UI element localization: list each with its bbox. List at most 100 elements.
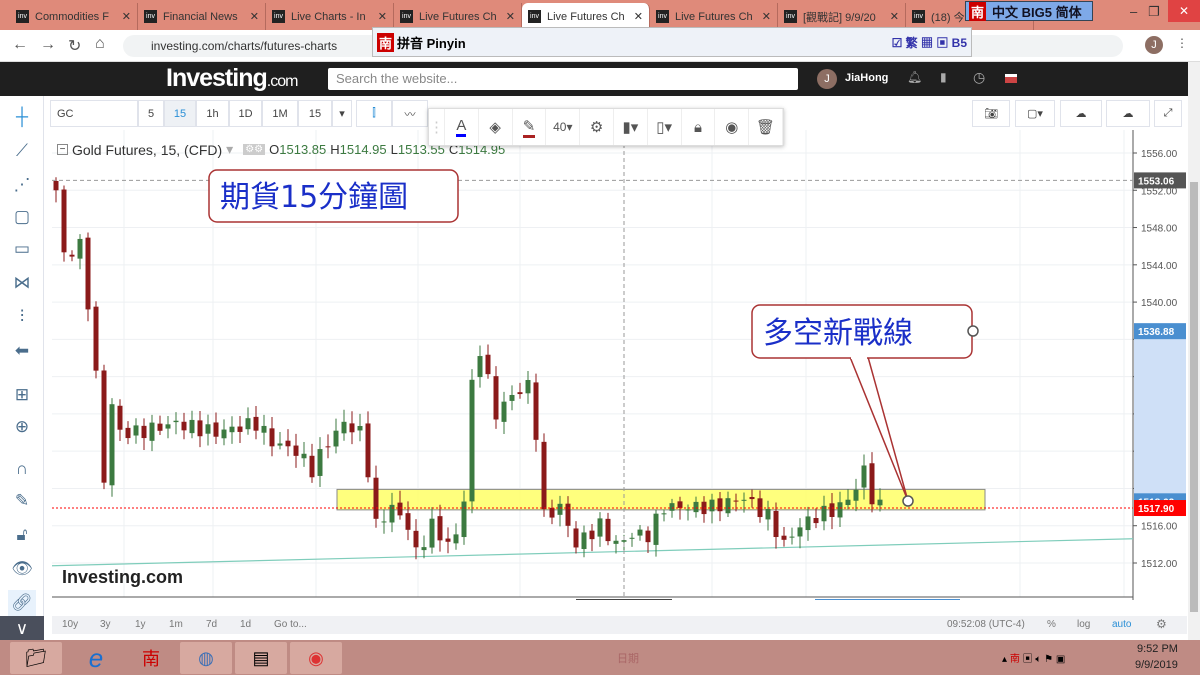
range-1d[interactable]: 1d	[240, 619, 251, 630]
interval-1m[interactable]: 1M	[262, 100, 298, 127]
site-search-input[interactable]: Search the website...	[328, 68, 798, 90]
tab-close-icon[interactable]: ✕	[634, 10, 643, 23]
lock-icon[interactable]: 🔓︎	[8, 522, 36, 548]
browser-tab[interactable]: inv [觀戰記] 9/9/20 ✕	[778, 3, 906, 30]
eye-icon[interactable]: 👁︎	[8, 556, 36, 582]
pattern-tool-icon[interactable]: ⋈	[8, 270, 36, 296]
portfolio-icon[interactable]: ▮	[940, 70, 947, 84]
user-avatar[interactable]: J	[817, 69, 837, 89]
browser-tab[interactable]: inv Live Futures Ch ✕	[394, 3, 522, 30]
flag-icon[interactable]	[1005, 74, 1017, 83]
user-name[interactable]: JiaHong	[845, 72, 888, 84]
text-tool-icon[interactable]: ▭	[8, 236, 36, 262]
tab-close-icon[interactable]: ✕	[250, 10, 259, 23]
candles-icon[interactable]: ⫿	[356, 100, 392, 127]
ime-indicator[interactable]: 南中文 BIG5 简体	[965, 1, 1093, 21]
notepad-icon[interactable]: ▤	[235, 642, 287, 674]
browser-tab[interactable]: inv Live Charts - In ✕	[266, 3, 394, 30]
taskbar-time[interactable]: 9:52 PM	[1137, 643, 1178, 655]
magnet-icon[interactable]: ∩	[8, 456, 36, 482]
zoom-in-icon[interactable]: ⊕	[8, 414, 36, 440]
chrome-icon[interactable]: ◉	[290, 642, 342, 674]
browser-tab[interactable]: inv Commodities F ✕	[10, 3, 138, 30]
interval-5[interactable]: 5	[138, 100, 164, 127]
range-1y[interactable]: 1y	[135, 619, 146, 630]
tab-close-icon[interactable]: ✕	[378, 10, 387, 23]
tab-close-icon[interactable]: ✕	[506, 10, 515, 23]
collapse-legend-icon[interactable]: −	[57, 144, 68, 155]
collapse-icon[interactable]: ∨	[0, 616, 44, 642]
chart-settings-icon[interactable]: ⚙	[1156, 617, 1167, 631]
log-toggle[interactable]: log	[1077, 619, 1090, 630]
chromium-icon[interactable]: ◍	[180, 642, 232, 674]
auto-toggle[interactable]: auto	[1112, 619, 1131, 630]
settings-icon[interactable]: ⚙	[580, 109, 614, 145]
visibility-icon[interactable]: ◉	[715, 109, 750, 145]
fullscreen-icon[interactable]: ⤢	[1154, 100, 1182, 127]
symbol-input[interactable]: GC	[50, 100, 138, 127]
tray-icons[interactable]: ▴ 南 ▣ 🔈︎ ⚑ ▣	[1002, 650, 1065, 665]
browser-tab[interactable]: inv Financial News ✕	[138, 3, 266, 30]
legend-dropdown-icon[interactable]: ▾	[226, 141, 233, 158]
clock-icon[interactable]: ◷	[973, 69, 985, 86]
fill-color-icon[interactable]: ◈	[479, 109, 513, 145]
interval-15[interactable]: 15	[164, 100, 196, 127]
browser-tab[interactable]: inv Live Futures Ch ✕	[650, 3, 778, 30]
area-chart-icon[interactable]: 〰	[392, 100, 428, 127]
bell-icon[interactable]: 🔔︎	[907, 70, 922, 84]
back-arrow-icon[interactable]: ⬅	[8, 338, 36, 364]
font-size-select[interactable]: 40 ▾	[546, 109, 581, 145]
page-scrollbar[interactable]	[1188, 62, 1200, 640]
interval-select[interactable]: 15	[298, 100, 332, 127]
shape-tool-icon[interactable]: ▢	[8, 204, 36, 230]
ime-app-icon[interactable]: 南	[125, 642, 177, 674]
explorer-icon[interactable]: 📁︎	[10, 642, 62, 674]
drag-handle[interactable]: ⋮	[429, 109, 445, 145]
interval-dropdown-icon[interactable]: ▾	[332, 100, 352, 127]
range-3y[interactable]: 3y	[100, 619, 111, 630]
cloud-upload-icon[interactable]: ☁	[1106, 100, 1150, 127]
taskbar-date[interactable]: 9/9/2019	[1135, 659, 1178, 671]
range-1m[interactable]: 1m	[169, 619, 183, 630]
menu-icon[interactable]: ⋮	[1176, 36, 1188, 50]
interval-1h[interactable]: 1h	[196, 100, 229, 127]
back-icon[interactable]: ←	[12, 36, 28, 54]
interval-1d[interactable]: 1D	[229, 100, 262, 127]
tab-close-icon[interactable]: ✕	[122, 10, 131, 23]
link-icon[interactable]: 🔗︎	[8, 590, 36, 616]
lock-drawing-icon[interactable]: ✎	[8, 488, 36, 514]
measure-tool-icon[interactable]: ⊞	[8, 382, 36, 408]
line-color-icon[interactable]: ✎	[513, 109, 547, 145]
trendline-tool-icon[interactable]: ⟋	[8, 138, 36, 164]
pinyin-input-bar[interactable]: 南拼音 Pinyin ☑ 繁 ▦ ▣ B5	[372, 27, 972, 57]
range-7d[interactable]: 7d	[206, 619, 217, 630]
delete-icon[interactable]: 🗑︎	[749, 109, 783, 145]
ime-options-icons[interactable]: ☑ 繁 ▦ ▣ B5	[892, 34, 967, 51]
cloud-download-icon[interactable]: ☁	[1060, 100, 1102, 127]
price-chart[interactable]: 1556.001552.001548.001544.001540.001536.…	[52, 130, 1187, 600]
window-controls[interactable]: – ❐	[1130, 4, 1160, 20]
bring-front-icon[interactable]: ▮▾	[614, 109, 648, 145]
text-color-icon[interactable]: A	[445, 109, 479, 145]
prediction-tool-icon[interactable]: ⫶	[8, 304, 36, 330]
goto-button[interactable]: Go to...	[274, 619, 307, 630]
site-logo[interactable]: Investing.com	[166, 64, 298, 93]
legend-settings-icon[interactable]: ⚙⚙	[243, 144, 266, 155]
tab-close-icon[interactable]: ✕	[762, 10, 771, 23]
crosshair-tool-icon[interactable]: ┼	[8, 104, 36, 130]
lock-icon[interactable]: 🔒︎	[682, 109, 716, 145]
browser-tab[interactable]: inv Live Futures Ch ✕	[522, 3, 650, 30]
clone-icon[interactable]: ▯▾	[648, 109, 682, 145]
forward-icon[interactable]: →	[40, 36, 56, 54]
camera-icon[interactable]: 📷︎	[972, 100, 1010, 127]
profile-avatar[interactable]: J	[1145, 36, 1163, 54]
home-icon[interactable]: ⌂	[95, 35, 105, 53]
reload-icon[interactable]: ↻	[68, 36, 81, 56]
fib-tool-icon[interactable]: ⋰	[8, 172, 36, 198]
range-10y[interactable]: 10y	[62, 619, 78, 630]
close-window-button[interactable]: ✕	[1168, 0, 1200, 22]
tab-close-icon[interactable]: ✕	[890, 10, 899, 23]
ie-icon[interactable]: e	[70, 642, 122, 674]
color-picker[interactable]: ▢▾	[1015, 100, 1055, 127]
percent-toggle[interactable]: %	[1047, 619, 1056, 630]
